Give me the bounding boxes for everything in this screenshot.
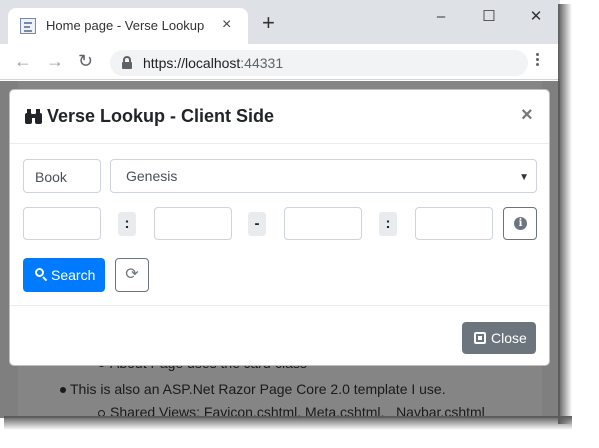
close-window-icon [474, 332, 486, 344]
list-bullet [60, 387, 66, 393]
refresh-icon: ⟳ [125, 266, 139, 283]
window-close-button[interactable]: ✕ [521, 8, 551, 28]
verse-end-input[interactable] [415, 207, 493, 240]
modal-footer: Close [10, 305, 549, 365]
verse-lookup-modal: Verse Lookup - Client Side × Book Genesi… [9, 89, 550, 366]
refresh-button[interactable]: ⟳ [115, 258, 149, 292]
close-label: Close [491, 330, 527, 346]
close-button[interactable]: Close [462, 322, 536, 354]
tab-close-icon[interactable]: × [222, 16, 231, 34]
maximize-button[interactable]: ☐ [474, 8, 504, 28]
range-separator: - [248, 212, 266, 236]
colon-separator: : [118, 212, 136, 236]
browser-toolbar: ← → ↻ https://localhost:44331 [0, 44, 560, 80]
colon-separator: : [379, 212, 397, 236]
url-text: https://localhost:44331 [143, 55, 284, 71]
book-select[interactable]: Genesis ▼ [110, 159, 537, 193]
chevron-down-icon: ▼ [519, 172, 529, 183]
minimize-button[interactable]: – [426, 8, 456, 28]
chapter-start-input[interactable] [23, 207, 101, 240]
modal-title: Verse Lookup - Client Side [47, 106, 275, 126]
search-label: Search [51, 267, 96, 283]
browser-titlebar: Home page - Verse Lookup × + – ☐ ✕ [0, 0, 560, 44]
lock-icon [122, 56, 132, 69]
search-icon [35, 268, 48, 282]
modal-close-icon[interactable]: × [521, 105, 533, 125]
page-line-2: This is also an ASP.Net Razor Page Core … [70, 381, 446, 397]
verse-start-input[interactable] [154, 207, 232, 240]
reload-icon[interactable]: ↻ [78, 52, 93, 70]
chapter-end-input[interactable] [284, 207, 362, 240]
info-button[interactable]: i [503, 207, 537, 240]
info-icon: i [514, 217, 527, 230]
forward-arrow-icon[interactable]: → [46, 52, 64, 70]
browser-tab[interactable]: Home page - Verse Lookup × [8, 8, 248, 44]
binoculars-icon [25, 108, 43, 124]
book-label: Book [23, 159, 101, 193]
modal-header: Verse Lookup - Client Side × [10, 90, 549, 144]
browser-menu-icon[interactable] [536, 53, 540, 68]
favicon-icon [20, 18, 36, 34]
edge-shadow [558, 4, 572, 424]
search-button[interactable]: Search [23, 258, 105, 292]
new-tab-button[interactable]: + [262, 12, 275, 34]
address-bar[interactable]: https://localhost:44331 [110, 50, 528, 76]
book-selected-value: Genesis [126, 168, 178, 184]
edge-shadow [4, 416, 572, 430]
browser-window: Home page - Verse Lookup × + – ☐ ✕ ← → ↻… [0, 0, 560, 418]
tab-title: Home page - Verse Lookup [46, 18, 205, 33]
back-arrow-icon[interactable]: ← [14, 52, 32, 70]
